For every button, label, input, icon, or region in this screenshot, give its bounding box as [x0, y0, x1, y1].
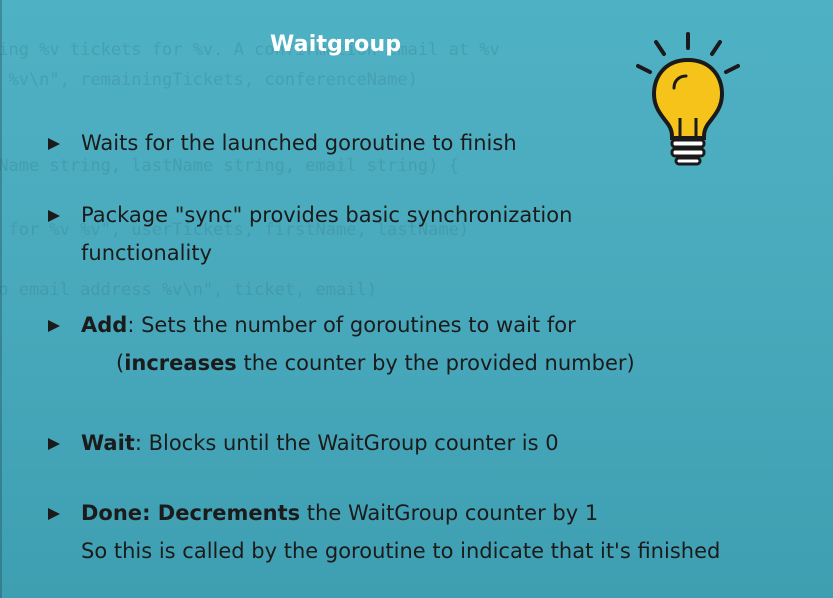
bullet-item: Waits for the launched goroutine to fini… [48, 124, 517, 162]
bullet-text: functionality [81, 241, 212, 265]
bullet-text: Wait: Blocks until the WaitGroup counter… [81, 431, 559, 455]
bullet-arrow-icon [48, 508, 60, 520]
bullet-item: Wait: Blocks until the WaitGroup counter… [48, 424, 559, 462]
bullet-arrow-icon [48, 320, 60, 332]
bullet-text: So this is called by the goroutine to in… [81, 539, 721, 563]
keyword: increases [124, 351, 237, 375]
bullet-text: (increases the counter by the provided n… [116, 351, 635, 375]
bullet-text: Package "sync" provides basic synchroniz… [81, 203, 573, 227]
lightbulb-icon [636, 32, 740, 166]
bullet-text: Done: Decrements the WaitGroup counter b… [81, 501, 599, 525]
bullet-arrow-icon [48, 210, 60, 222]
bullet-item: Package "sync" provides basic synchroniz… [48, 196, 572, 272]
keyword: Add [81, 313, 128, 337]
bullet-text: Add: Sets the number of goroutines to wa… [81, 313, 576, 337]
left-border [0, 0, 2, 598]
keyword: Decrements [157, 501, 301, 525]
bullet-text: Waits for the launched goroutine to fini… [81, 131, 517, 155]
bullet-item: Add: Sets the number of goroutines to wa… [48, 306, 635, 382]
bullet-arrow-icon [48, 438, 60, 450]
keyword: Wait [81, 431, 135, 455]
keyword: Done [81, 501, 143, 525]
bullet-arrow-icon [48, 138, 60, 150]
bullet-item: Done: Decrements the WaitGroup counter b… [48, 494, 720, 570]
